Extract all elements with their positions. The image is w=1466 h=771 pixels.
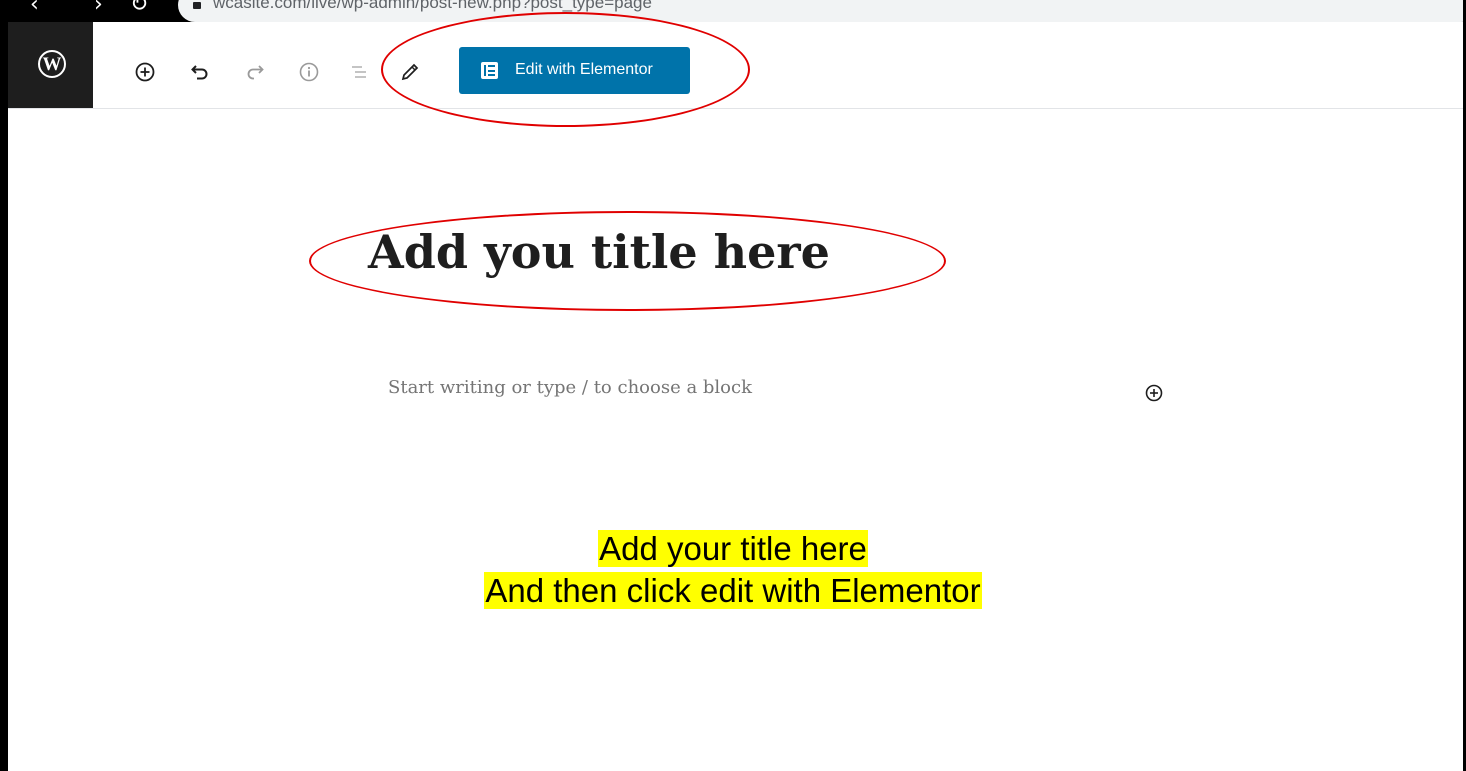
elementor-logo-icon [481,62,498,79]
paragraph-block-placeholder[interactable]: Start writing or type / to choose a bloc… [388,377,752,398]
edit-pencil-icon[interactable] [398,60,422,84]
undo-icon[interactable] [188,60,212,84]
caption-line-1: Add your title here [598,530,868,567]
inline-block-inserter-icon[interactable] [1144,383,1164,403]
wordpress-logo-letter: W [42,53,62,75]
address-url[interactable]: wcasite.com/live/wp-admin/post-new.php?p… [213,0,652,13]
lock-icon [193,2,201,9]
list-view-icon[interactable] [347,60,371,84]
forward-icon[interactable]: › [94,0,103,17]
back-icon[interactable]: ‹ [30,0,39,17]
add-block-icon[interactable] [133,60,157,84]
post-title-input[interactable]: Add you title here [368,225,830,279]
editor-header: W Edit with Elementor [0,22,1466,109]
caption-line-2: And then click edit with Elementor [484,572,982,609]
tutorial-caption: Add your title here And then click edit … [0,528,1466,612]
reload-icon[interactable]: ↻ [130,0,148,17]
edit-with-elementor-button[interactable]: Edit with Elementor [459,47,690,94]
wordpress-logo-icon: W [38,50,66,78]
wordpress-menu-button[interactable]: W [8,22,93,108]
edit-with-elementor-label: Edit with Elementor [515,61,653,78]
frame-border-left [0,0,8,771]
redo-icon[interactable] [243,60,267,84]
browser-toolbar: ‹ › ↻ wcasite.com/live/wp-admin/post-new… [0,0,1466,22]
info-icon[interactable] [297,60,321,84]
screenshot-page: ‹ › ↻ wcasite.com/live/wp-admin/post-new… [0,0,1466,771]
